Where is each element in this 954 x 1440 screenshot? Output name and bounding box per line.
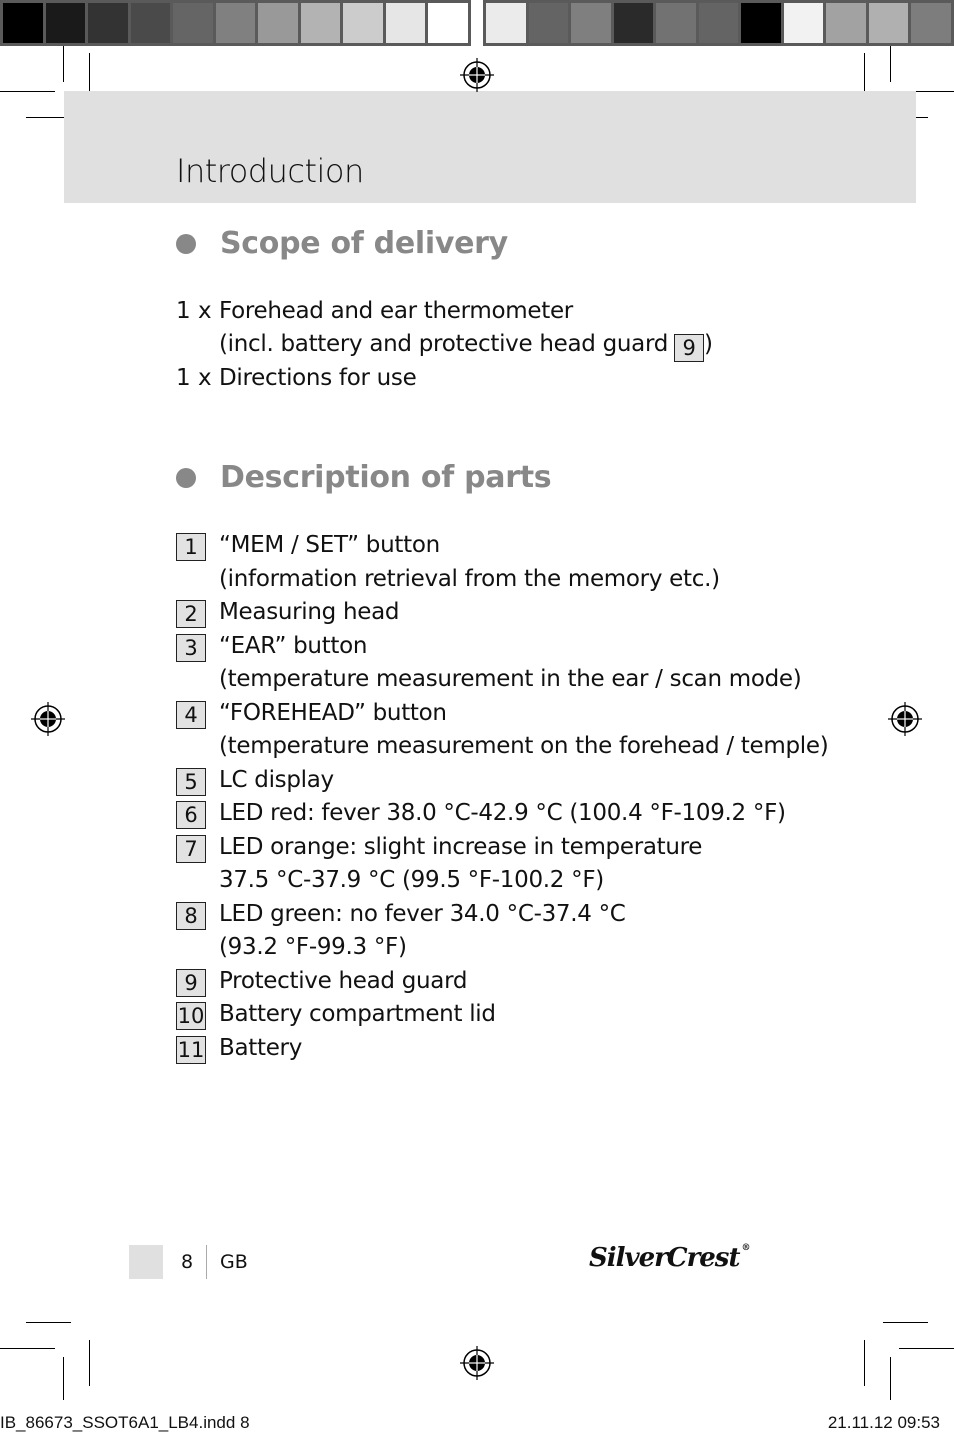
delivery-item-note: (incl. battery and protective head guard — [219, 331, 669, 357]
bullet-icon — [176, 467, 196, 488]
page-title: Introduction — [176, 152, 364, 190]
crop-mark — [883, 1322, 928, 1323]
part-number-box: 6 — [176, 801, 206, 829]
delivery-item-suffix: ) — [704, 331, 713, 357]
part-name: LED red: fever 38.0 °C-42.9 °C (100.4 °F… — [219, 800, 786, 826]
part-number-box: 8 — [176, 901, 206, 930]
color-swatch — [911, 3, 952, 43]
color-calibration-bar-right — [483, 0, 954, 46]
slug-timestamp: 21.11.12 09:53 — [827, 1413, 940, 1432]
color-swatch — [45, 3, 86, 43]
part-number-box: 11 — [176, 1035, 206, 1064]
registration-mark-icon — [888, 702, 922, 736]
part-number-box: 10 — [176, 1002, 206, 1030]
color-swatch — [300, 3, 341, 43]
registration-mark-icon — [460, 1346, 494, 1380]
part-reference-box: 9 — [674, 334, 705, 362]
part-note: (information retrieval from the memory e… — [219, 565, 720, 592]
color-swatch — [486, 3, 526, 43]
section-heading-scope: Scope of delivery — [176, 226, 508, 261]
brand-logo: SilverCrest ® — [589, 1243, 750, 1273]
registration-mark-icon — [31, 702, 65, 736]
quantity-label: 1 x — [176, 298, 212, 324]
part-note: (temperature measurement on the forehead… — [219, 733, 829, 759]
color-swatch — [698, 3, 739, 43]
crop-mark — [890, 46, 891, 82]
slug-filename: IB_86673_SSOT6A1_LB4.indd 8 — [0, 1413, 250, 1432]
part-number-box: 1 — [176, 533, 206, 561]
crop-mark — [63, 1357, 64, 1400]
color-swatch — [385, 3, 426, 43]
crop-mark — [0, 91, 55, 92]
color-swatch — [571, 3, 611, 43]
part-name: LED orange: slight increase in temperatu… — [219, 833, 703, 860]
bullet-icon — [176, 233, 196, 254]
part-name: Battery compartment lid — [219, 1001, 496, 1027]
color-swatch — [88, 3, 128, 43]
crop-mark — [899, 1348, 954, 1349]
color-swatch — [656, 3, 696, 43]
footer-marker — [129, 1245, 163, 1279]
part-name: “EAR” button — [219, 632, 368, 659]
part-name: “FOREHEAD” button — [219, 699, 447, 726]
color-swatch — [741, 3, 781, 43]
color-swatch — [783, 3, 824, 43]
part-number-box: 2 — [176, 600, 206, 628]
part-note: (93.2 °F-99.3 °F) — [219, 934, 407, 960]
part-name: LED green: no fever 34.0 °C-37.4 °C — [219, 900, 626, 927]
registered-mark: ® — [741, 1243, 750, 1253]
footer-divider — [206, 1245, 207, 1279]
color-swatch — [613, 3, 654, 43]
crop-mark — [0, 1348, 55, 1349]
part-name: Battery — [219, 1034, 303, 1061]
color-swatch — [428, 3, 469, 43]
color-swatch — [826, 3, 866, 43]
color-swatch — [130, 3, 171, 43]
part-name: Protective head guard — [219, 967, 468, 994]
color-swatch — [258, 3, 298, 43]
section-title: Description of parts — [220, 460, 552, 495]
part-number-box: 5 — [176, 767, 206, 796]
color-swatch — [528, 3, 569, 43]
crop-mark — [890, 1357, 891, 1400]
part-note: (temperature measurement in the ear / sc… — [219, 666, 802, 692]
part-number-box: 7 — [176, 834, 206, 863]
color-swatch — [868, 3, 909, 43]
part-number-box: 3 — [176, 633, 206, 662]
page-number: 8 — [181, 1251, 194, 1273]
quantity-label: 1 x — [176, 365, 212, 391]
color-swatch — [3, 3, 43, 43]
section-title: Scope of delivery — [220, 226, 508, 261]
crop-mark — [26, 1322, 71, 1323]
crop-mark — [89, 1340, 90, 1386]
delivery-item-text: Forehead and ear thermometer — [219, 298, 573, 324]
color-calibration-bar-left — [0, 0, 471, 46]
color-swatch — [215, 3, 256, 43]
delivery-item-text: (incl. battery and protective head guard… — [219, 331, 713, 362]
color-swatch — [343, 3, 383, 43]
crop-mark — [63, 46, 64, 82]
language-code: GB — [220, 1251, 248, 1273]
color-swatch — [173, 3, 213, 43]
part-number-box: 4 — [176, 700, 206, 729]
part-name: Measuring head — [219, 599, 400, 625]
section-heading-parts: Description of parts — [176, 460, 552, 495]
brand-name: SilverCrest — [589, 1243, 740, 1273]
part-number-box: 9 — [176, 968, 206, 997]
part-note: 37.5 °C-37.9 °C (99.5 °F-100.2 °F) — [219, 867, 604, 893]
part-name: LC display — [219, 766, 334, 793]
crop-mark — [864, 1340, 865, 1386]
registration-mark-icon — [460, 58, 494, 92]
part-name: “MEM / SET” button — [219, 532, 440, 558]
delivery-item-text: Directions for use — [219, 365, 417, 391]
